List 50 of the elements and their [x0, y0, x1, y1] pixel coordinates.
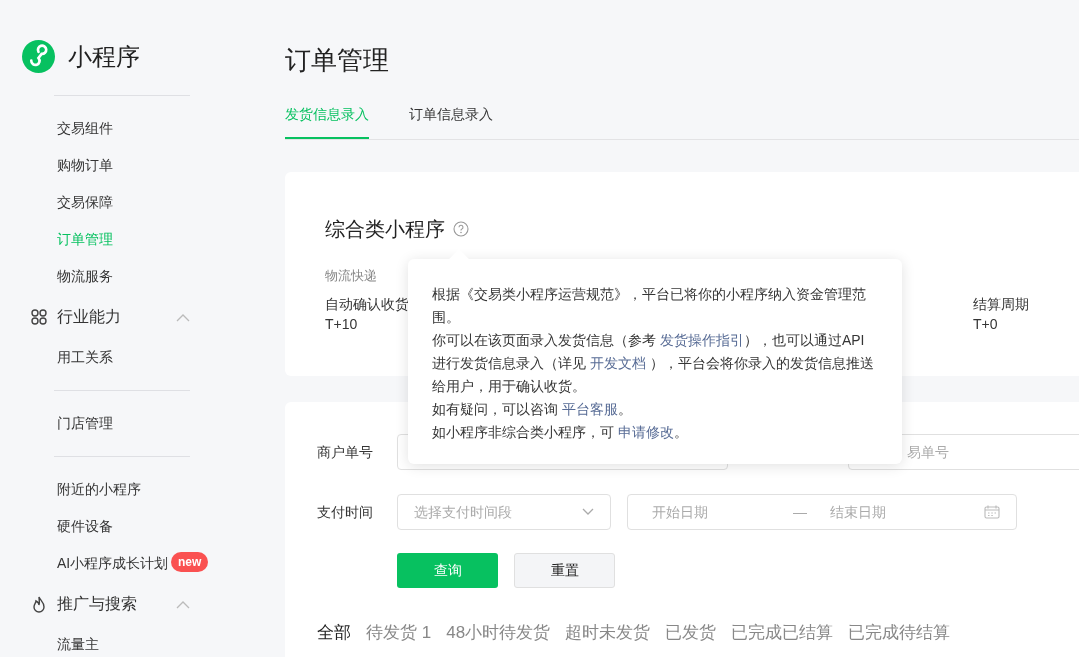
- sidebar-item[interactable]: 交易组件: [0, 110, 113, 147]
- sidebar-item[interactable]: 购物订单: [0, 147, 113, 184]
- status-tab[interactable]: 全部: [317, 620, 351, 646]
- section-header[interactable]: 推广与搜索: [57, 592, 137, 616]
- status-tab[interactable]: 超时未发货: [565, 620, 651, 646]
- link[interactable]: 开发文档: [589, 355, 646, 371]
- sidebar-item[interactable]: AI小程序成长计划: [0, 545, 169, 582]
- field-label: 自动确认收货: [325, 294, 409, 314]
- section-heading: 综合类小程序: [325, 217, 445, 242]
- tab[interactable]: 订单信息录入: [409, 104, 493, 139]
- help-icon[interactable]: [453, 221, 469, 237]
- tooltip-paragraph: 你可以在该页面录入发货信息（参考 发货操作指引），也可以通过API进行发货信息录入（详见 开发文档 ），平台会将你录入的发货信息推送给用户，用于确认收货。: [432, 331, 875, 396]
- category-label: 物流快递: [325, 267, 378, 285]
- range-separator: —: [793, 502, 808, 522]
- status-tab[interactable]: 已完成已结算: [731, 620, 834, 646]
- chevron-down-icon: [582, 508, 594, 516]
- field-value: T+0: [973, 314, 999, 334]
- new-badge: new: [170, 552, 209, 572]
- tooltip-paragraph: 如有疑问，可以咨询 平台客服。: [432, 400, 633, 419]
- status-tab[interactable]: 已发货: [665, 620, 717, 646]
- sidebar-item[interactable]: 附近的小程序: [0, 471, 141, 508]
- page-title: 订单管理: [285, 44, 390, 77]
- nodes-icon: [30, 308, 48, 326]
- field-value: T+10: [325, 314, 359, 334]
- chevron-up-icon[interactable]: [176, 312, 190, 322]
- status-tab[interactable]: 已完成待结算: [848, 620, 951, 646]
- flame-icon: [30, 595, 48, 613]
- sidebar-item[interactable]: 门店管理: [0, 405, 113, 442]
- calendar-icon[interactable]: [984, 505, 1000, 519]
- logo-icon: [22, 40, 55, 73]
- chevron-up-icon[interactable]: [176, 599, 190, 609]
- status-tab[interactable]: 待发货 1: [366, 620, 432, 646]
- tooltip-paragraph: 根据《交易类小程序运营规范》，平台已将你的小程序纳入资金管理范围。: [432, 285, 867, 327]
- link[interactable]: 申请修改: [617, 424, 674, 440]
- sidebar-item[interactable]: 流量主: [0, 626, 99, 657]
- link[interactable]: 平台客服: [561, 401, 618, 417]
- placeholder: 易单号: [907, 442, 949, 462]
- field-label: 商户单号: [317, 442, 374, 462]
- logo-text: 小程序: [68, 41, 140, 72]
- link[interactable]: 发货操作指引: [659, 332, 744, 348]
- sidebar-item[interactable]: 硬件设备: [0, 508, 113, 545]
- section-header[interactable]: 行业能力: [57, 305, 121, 329]
- status-tab[interactable]: 48小时待发货: [446, 620, 551, 646]
- sidebar-item[interactable]: 物流服务: [0, 258, 113, 295]
- sidebar-item[interactable]: 交易保障: [0, 184, 113, 221]
- reset-button[interactable]: 重置: [514, 553, 615, 588]
- tooltip-paragraph: 如小程序非综合类小程序，可 申请修改。: [432, 423, 689, 442]
- field-label: 支付时间: [317, 502, 374, 522]
- field-label: 结算周期: [973, 294, 1029, 314]
- sidebar-item[interactable]: 用工关系: [0, 339, 113, 376]
